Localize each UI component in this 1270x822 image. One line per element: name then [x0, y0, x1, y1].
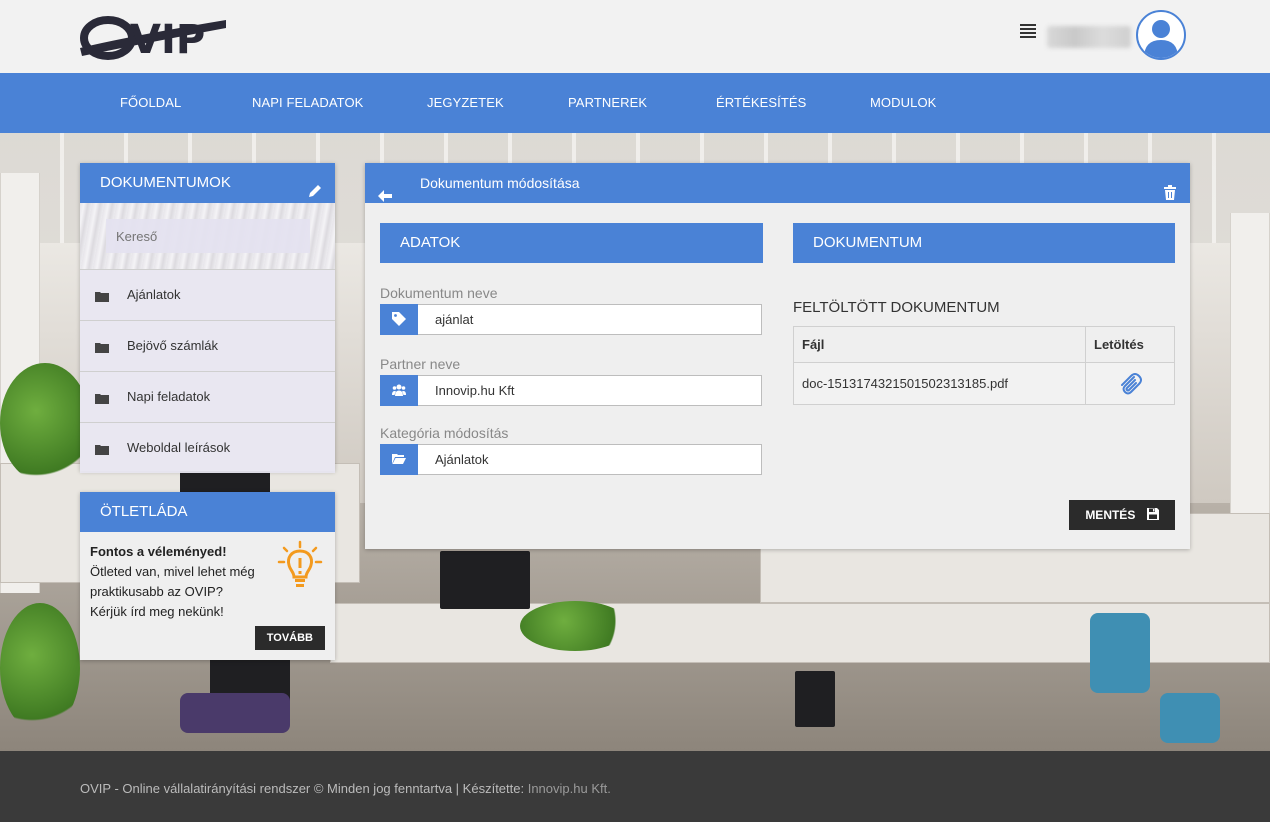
pencil-icon[interactable]	[307, 175, 323, 197]
column-header-file: Fájl	[793, 326, 1086, 363]
doc-category-napi-feladatok[interactable]: Napi feladatok	[80, 371, 335, 422]
lightbulb-icon	[276, 540, 324, 592]
nav-item-napi-feladatok[interactable]: Napi feladatok	[252, 73, 363, 133]
partner-name-group	[380, 375, 762, 406]
page-title: Dokumentum módosítása	[420, 175, 580, 191]
doc-category-bejovo-szamlak[interactable]: Bejövő számlák	[80, 320, 335, 371]
ovip-logo[interactable]: VIP	[80, 8, 226, 64]
paperclip-icon[interactable]	[1117, 371, 1143, 397]
document-name-label: Dokumentum neve	[380, 285, 498, 301]
search-input[interactable]	[106, 219, 310, 253]
document-edit-header: Dokumentum módosítása	[365, 163, 1190, 203]
document-name-group	[380, 304, 762, 335]
tovabb-button[interactable]: Tovább	[254, 626, 325, 650]
save-button-label: Mentés	[1085, 508, 1136, 522]
file-name-cell: doc-1513174321501502313185.pdf	[793, 362, 1086, 405]
save-button[interactable]: Mentés	[1069, 500, 1175, 530]
documents-panel-title: Dokumentumok	[100, 174, 231, 191]
download-cell	[1085, 362, 1175, 405]
data-section-header: Adatok	[380, 223, 763, 263]
partner-name-label: Partner neve	[380, 356, 461, 372]
nav-item-jegyzetek[interactable]: Jegyzetek	[427, 73, 504, 133]
document-section-header: Dokumentum	[793, 223, 1175, 263]
users-icon	[380, 375, 418, 406]
table-header-row: Fájl Letöltés	[793, 326, 1175, 363]
doc-category-label: Weboldal leírások	[127, 440, 231, 455]
doc-category-label: Bejövő számlák	[127, 338, 219, 353]
nav-item-partnerek[interactable]: Partnerek	[568, 73, 647, 133]
document-edit-panel: Dokumentum módosítása Adatok Dokumentum …	[365, 163, 1190, 549]
document-section-title: Dokumentum	[813, 234, 923, 251]
uploaded-document-title: Feltöltött dokumentum	[793, 299, 1000, 316]
doc-category-label: Ajánlatok	[127, 287, 181, 302]
doc-category-weboldal-leirasok[interactable]: Weboldal leírások	[80, 422, 335, 473]
documents-panel: Dokumentumok Ajánlatok Bejövő számlák Na…	[80, 163, 335, 473]
ideas-panel-title: Ötletláda	[100, 503, 188, 520]
user-name-blurred	[1047, 26, 1131, 48]
arrow-left-icon[interactable]	[378, 177, 392, 202]
list-icon[interactable]	[1020, 24, 1036, 40]
search-area	[80, 203, 335, 269]
folder-open-icon	[380, 444, 418, 475]
footer: OVIP - Online vállalatirányítási rendsze…	[0, 751, 1270, 822]
nav-item-fooldal[interactable]: Főoldal	[120, 73, 181, 133]
documents-panel-header: Dokumentumok	[80, 163, 335, 203]
folder-icon	[95, 289, 109, 302]
top-header: VIP	[0, 0, 1270, 73]
svg-text:VIP: VIP	[130, 17, 205, 63]
folder-icon	[95, 391, 109, 404]
table-row: doc-1513174321501502313185.pdf	[793, 362, 1175, 405]
folder-icon	[95, 340, 109, 353]
ideas-panel-body: Fontos a véleményed! Ötleted van, mivel …	[80, 532, 335, 660]
tag-icon	[380, 304, 418, 335]
user-avatar-icon[interactable]	[1136, 10, 1186, 60]
data-section-title: Adatok	[400, 234, 461, 251]
nav-item-ertekesites[interactable]: Értékesítés	[716, 73, 806, 133]
trash-icon[interactable]	[1164, 175, 1176, 200]
main-navigation: Főoldal Napi feladatok Jegyzetek Partner…	[0, 73, 1270, 133]
uploaded-files-table: Fájl Letöltés doc-1513174321501502313185…	[793, 326, 1175, 405]
ideas-panel-header: Ötletláda	[80, 492, 335, 532]
floppy-disk-icon	[1146, 508, 1159, 520]
footer-text: OVIP - Online vállalatirányítási rendsze…	[80, 781, 611, 796]
category-label: Kategória módosítás	[380, 425, 509, 441]
partner-name-input[interactable]	[418, 375, 762, 406]
document-name-input[interactable]	[418, 304, 762, 335]
column-header-download: Letöltés	[1085, 326, 1175, 363]
category-group	[380, 444, 762, 475]
ideas-panel: Ötletláda Fontos a véleményed! Ötleted v…	[80, 492, 335, 660]
folder-icon	[95, 442, 109, 455]
doc-category-label: Napi feladatok	[127, 389, 211, 404]
nav-item-modulok[interactable]: Modulok	[870, 73, 936, 133]
doc-category-ajanlatok[interactable]: Ajánlatok	[80, 269, 335, 320]
footer-link-innovip[interactable]: Innovip.hu Kft.	[528, 781, 611, 796]
footer-copyright: OVIP - Online vállalatirányítási rendsze…	[80, 781, 528, 796]
category-input[interactable]	[418, 444, 762, 475]
ideas-text-line: Kérjük írd meg nekünk!	[90, 604, 224, 619]
